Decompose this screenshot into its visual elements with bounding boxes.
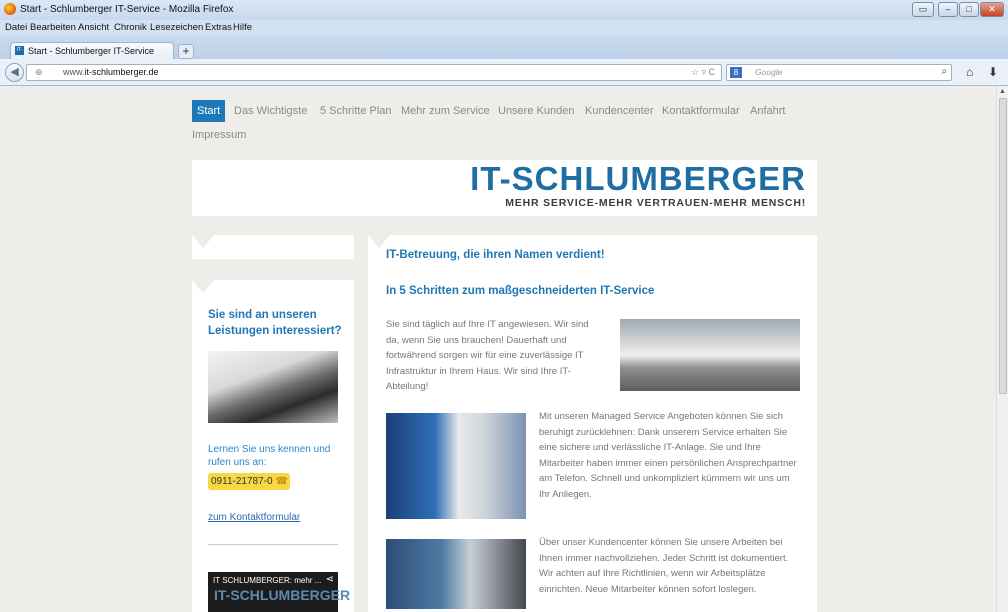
notch-decoration	[192, 280, 214, 293]
site-favicon-icon: IT-S	[15, 46, 24, 62]
main-subheading: In 5 Schritten zum maßgeschneiderten IT-…	[386, 285, 655, 297]
scroll-up-arrow-icon[interactable]: ▲	[999, 88, 1006, 95]
sidebar-contact-box: Sie sind an unseren Leistungen interessi…	[192, 280, 354, 612]
minimize-button[interactable]: –	[938, 2, 958, 17]
window-title: Start - Schlumberger IT-Service - Mozill…	[20, 4, 234, 15]
nav-unsere-kunden[interactable]: Unsere Kunden	[498, 105, 574, 117]
video-embed[interactable]: IT SCHLUMBERGER: mehr ... ⋖ IT-SCHLUMBER…	[208, 572, 350, 612]
contact-form-link[interactable]: zum Kontaktformular	[208, 512, 300, 523]
main-content: IT-Betreuung, die ihren Namen verdient! …	[368, 235, 817, 612]
close-window-button[interactable]: ✕	[980, 2, 1004, 17]
phone-icon: ☎	[275, 476, 288, 487]
notch-decoration	[192, 235, 214, 248]
main-heading: IT-Betreuung, die ihren Namen verdient!	[386, 249, 605, 261]
url-prefix: www.	[63, 67, 85, 77]
sidebar-top-box	[192, 235, 354, 259]
phone-number-badge[interactable]: 0911-21787-0 ☎	[208, 473, 290, 490]
browser-tab[interactable]: IT-S Start - Schlumberger IT-Service	[10, 42, 174, 62]
nav-mehr-zum-service[interactable]: Mehr zum Service	[401, 105, 490, 117]
search-icon[interactable]: ⌕	[941, 66, 947, 77]
nav-anfahrt[interactable]: Anfahrt	[750, 105, 785, 117]
notch-decoration	[368, 235, 390, 248]
office-photo	[620, 319, 800, 391]
firefox-logo-icon	[4, 3, 16, 15]
menu-ansicht[interactable]: Ansicht	[78, 22, 109, 33]
navigation-toolbar: ◀ ⊕ www.it-schlumberger.de ☆ ▿ C 8 Googl…	[0, 59, 1008, 86]
bookmark-star-icon[interactable]: ☆ ▿ C	[691, 67, 715, 78]
telephone-photo	[208, 351, 338, 423]
scrollbar-thumb[interactable]	[999, 98, 1007, 394]
menu-datei[interactable]: Datei	[5, 22, 27, 33]
search-engine-icon[interactable]: 8	[730, 67, 742, 78]
tab-bar: IT-S Start - Schlumberger IT-Service +	[0, 35, 1008, 62]
menu-bar: Datei Bearbeiten Ansicht Chronik Lesezei…	[0, 20, 1008, 35]
address-bar[interactable]: ⊕ www.it-schlumberger.de ☆ ▿ C	[26, 64, 722, 81]
back-button[interactable]: ◀	[5, 63, 24, 82]
logo-banner[interactable]: IT-SCHLUMBERGER MEHR SERVICE-MEHR VERTRA…	[192, 160, 817, 216]
window-titlebar: Start - Schlumberger IT-Service - Mozill…	[0, 0, 1008, 20]
download-icon[interactable]: ⬇	[988, 65, 998, 79]
tab-title: Start - Schlumberger IT-Service	[28, 46, 155, 56]
sidebar-heading: Sie sind an unseren Leistungen interessi…	[208, 309, 342, 337]
nav-kontaktformular[interactable]: Kontaktformular	[662, 105, 740, 117]
logo-tagline: MEHR SERVICE-MEHR VERTRAUEN-MEHR MENSCH!	[505, 197, 806, 209]
kundencenter-paragraph: Über unser Kundencenter können Sie unser…	[539, 537, 789, 595]
nav-5-schritte-plan[interactable]: 5 Schritte Plan	[320, 105, 392, 117]
menu-extras[interactable]: Extras	[205, 22, 232, 33]
tab-groups-button[interactable]: ▭	[912, 2, 934, 17]
video-title: IT SCHLUMBERGER: mehr ...	[213, 576, 322, 585]
share-icon[interactable]: ⋖	[326, 574, 334, 585]
technician-photo	[386, 539, 526, 609]
phone-number: 0911-21787-0	[211, 476, 273, 487]
site-identity-icon[interactable]: ⊕	[35, 67, 43, 78]
url-host: it-schlumberger.de	[84, 67, 159, 77]
search-placeholder: Google	[755, 67, 783, 77]
menu-bearbeiten[interactable]: Bearbeiten	[30, 22, 76, 33]
nav-start[interactable]: Start	[192, 100, 226, 122]
page-viewport: Start Das Wichtigste 5 Schritte Plan Meh…	[0, 86, 996, 612]
intro-paragraph: Sie sind täglich auf Ihre IT angewiesen.…	[386, 319, 589, 392]
menu-lesezeichen[interactable]: Lesezeichen	[150, 22, 203, 33]
managed-service-paragraph: Mit unseren Managed Service Angeboten kö…	[539, 411, 797, 500]
video-logo: IT-SCHLUMBERGER	[214, 587, 351, 603]
vertical-scrollbar[interactable]: ▲	[996, 86, 1008, 612]
consultant-photo	[386, 413, 526, 519]
home-icon[interactable]: ⌂	[966, 65, 973, 79]
menu-chronik[interactable]: Chronik	[114, 22, 147, 33]
menu-hilfe[interactable]: Hilfe	[233, 22, 252, 33]
divider	[208, 544, 338, 545]
nav-impressum[interactable]: Impressum	[192, 129, 246, 141]
maximize-button[interactable]: □	[959, 2, 979, 17]
nav-kundencenter[interactable]: Kundencenter	[585, 105, 654, 117]
new-tab-button[interactable]: +	[178, 44, 194, 59]
sidebar-text: Lernen Sie uns kennen und rufen uns an:	[208, 444, 331, 468]
nav-das-wichtigste[interactable]: Das Wichtigste	[234, 105, 307, 117]
company-logo: IT-SCHLUMBERGER	[470, 160, 806, 197]
address-text: www.it-schlumberger.de	[63, 67, 159, 77]
search-bar[interactable]: 8 Google ⌕	[726, 64, 952, 81]
